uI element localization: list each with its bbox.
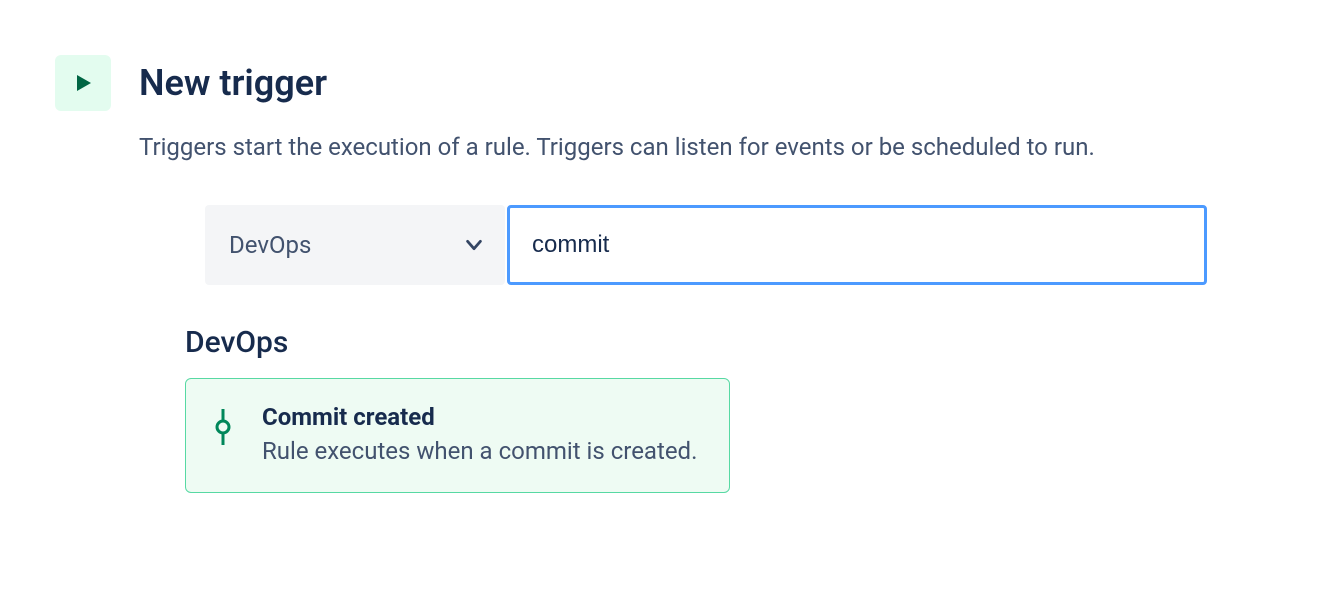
play-icon-container [55, 55, 111, 111]
page-description: Triggers start the execution of a rule. … [139, 131, 1281, 165]
category-title: DevOps [185, 325, 1281, 360]
commit-icon-wrap [214, 403, 232, 445]
result-text: Commit created Rule executes when a comm… [262, 403, 701, 469]
header-row: New trigger [55, 55, 1281, 111]
search-input[interactable] [507, 205, 1207, 285]
result-description: Rule executes when a commit is created. [262, 435, 701, 469]
chevron-down-icon [463, 234, 485, 256]
result-title: Commit created [262, 403, 701, 431]
play-icon [71, 71, 95, 95]
category-dropdown[interactable]: DevOps [205, 205, 505, 285]
dropdown-label: DevOps [229, 231, 311, 259]
commit-icon [214, 409, 232, 445]
trigger-card-commit-created[interactable]: Commit created Rule executes when a comm… [185, 378, 730, 494]
page-title: New trigger [139, 65, 327, 101]
filter-row: DevOps [205, 205, 1281, 285]
